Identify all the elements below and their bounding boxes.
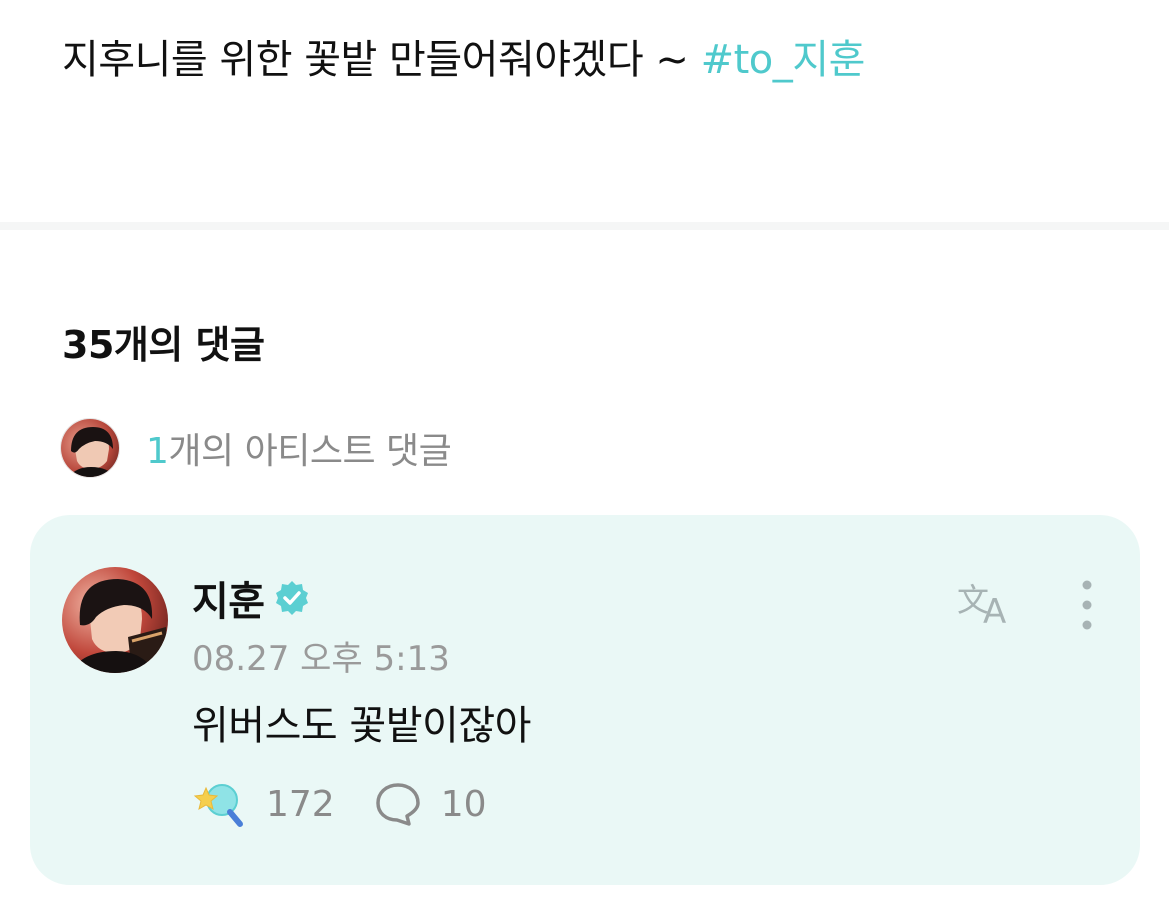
comment-body: 위버스도 꽃밭이잖아	[192, 703, 531, 749]
post-body: 지후니를 위한 꽃밭 만들어줘야겠다 ~	[62, 37, 701, 83]
comment-timestamp: 08.27 오후 5:13	[192, 639, 450, 679]
artist-comment-text: 개의 아티스트 댓글	[168, 431, 452, 472]
author-name[interactable]: 지훈	[192, 569, 265, 627]
hashtag-link[interactable]: #to_지훈	[701, 37, 866, 83]
translate-icon[interactable]: 文 A	[955, 577, 1021, 632]
artist-comment-count: 1	[146, 431, 169, 472]
artist-comments-summary[interactable]: 1개의 아티스트 댓글	[60, 418, 452, 478]
reply-count: 10	[440, 783, 487, 825]
comment-actions: 172 10	[192, 777, 487, 831]
artist-avatar	[60, 418, 120, 478]
comment-author: 지훈	[192, 569, 311, 627]
more-vertical-icon[interactable]	[1072, 577, 1102, 633]
svg-text:A: A	[983, 592, 1006, 627]
like-count: 172	[266, 783, 335, 825]
post-text: 지후니를 위한 꽃밭 만들어줘야겠다 ~ #to_지훈	[62, 30, 865, 90]
star-wand-like-icon[interactable]	[192, 778, 248, 830]
artist-comment-card: 지훈 08.27 오후 5:13 위버스도 꽃밭이잖아 文 A 172 10	[30, 515, 1140, 885]
verified-badge-icon	[273, 579, 311, 617]
speech-bubble-icon[interactable]	[373, 779, 423, 829]
comment-count-heading: 35개의 댓글	[62, 323, 265, 367]
weverse-post-page: 지후니를 위한 꽃밭 만들어줘야겠다 ~ #to_지훈 35개의 댓글 1개의 …	[0, 0, 1169, 918]
section-divider	[0, 222, 1169, 230]
artist-comments-label: 1개의 아티스트 댓글	[146, 422, 452, 474]
author-avatar[interactable]	[62, 567, 168, 673]
